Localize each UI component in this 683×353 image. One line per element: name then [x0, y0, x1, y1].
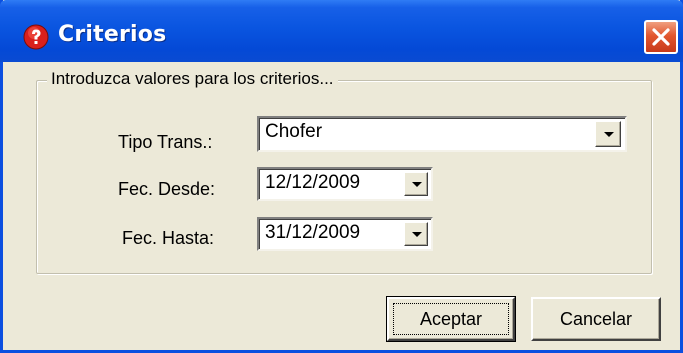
window-title: Criterios: [58, 22, 167, 47]
chevron-down-icon: [412, 232, 422, 237]
fec-desde-value: 12/12/2009: [265, 172, 361, 193]
tipo-trans-select[interactable]: Chofer: [257, 116, 627, 152]
accept-button-label: Aceptar: [419, 309, 483, 329]
fec-desde-label: Fec. Desde:: [118, 179, 216, 199]
chevron-down-icon: [412, 182, 422, 187]
tipo-trans-dropdown-button[interactable]: [595, 121, 621, 147]
question-mark-icon: [23, 24, 49, 50]
close-button[interactable]: [644, 20, 678, 54]
accept-button[interactable]: Aceptar: [386, 296, 516, 342]
chevron-down-icon: [604, 132, 614, 137]
groupbox-label: Introduzca valores para los criterios...: [47, 69, 338, 89]
fec-hasta-value: 31/12/2009: [265, 222, 361, 243]
tipo-trans-label: Tipo Trans.:: [118, 132, 213, 152]
cancel-button[interactable]: Cancelar: [531, 297, 661, 341]
fec-desde-date-picker[interactable]: 12/12/2009: [257, 167, 433, 201]
fec-desde-dropdown-button[interactable]: [404, 172, 428, 196]
dialog-window: Criterios Introduzca valores para los cr…: [0, 0, 683, 353]
fec-hasta-dropdown-button[interactable]: [404, 222, 428, 246]
fec-hasta-label: Fec. Hasta:: [122, 228, 215, 248]
title-bar[interactable]: Criterios: [0, 0, 683, 62]
tipo-trans-value: Chofer: [265, 121, 323, 142]
cancel-button-label: Cancelar: [559, 309, 633, 329]
fec-hasta-date-picker[interactable]: 31/12/2009: [257, 217, 433, 251]
